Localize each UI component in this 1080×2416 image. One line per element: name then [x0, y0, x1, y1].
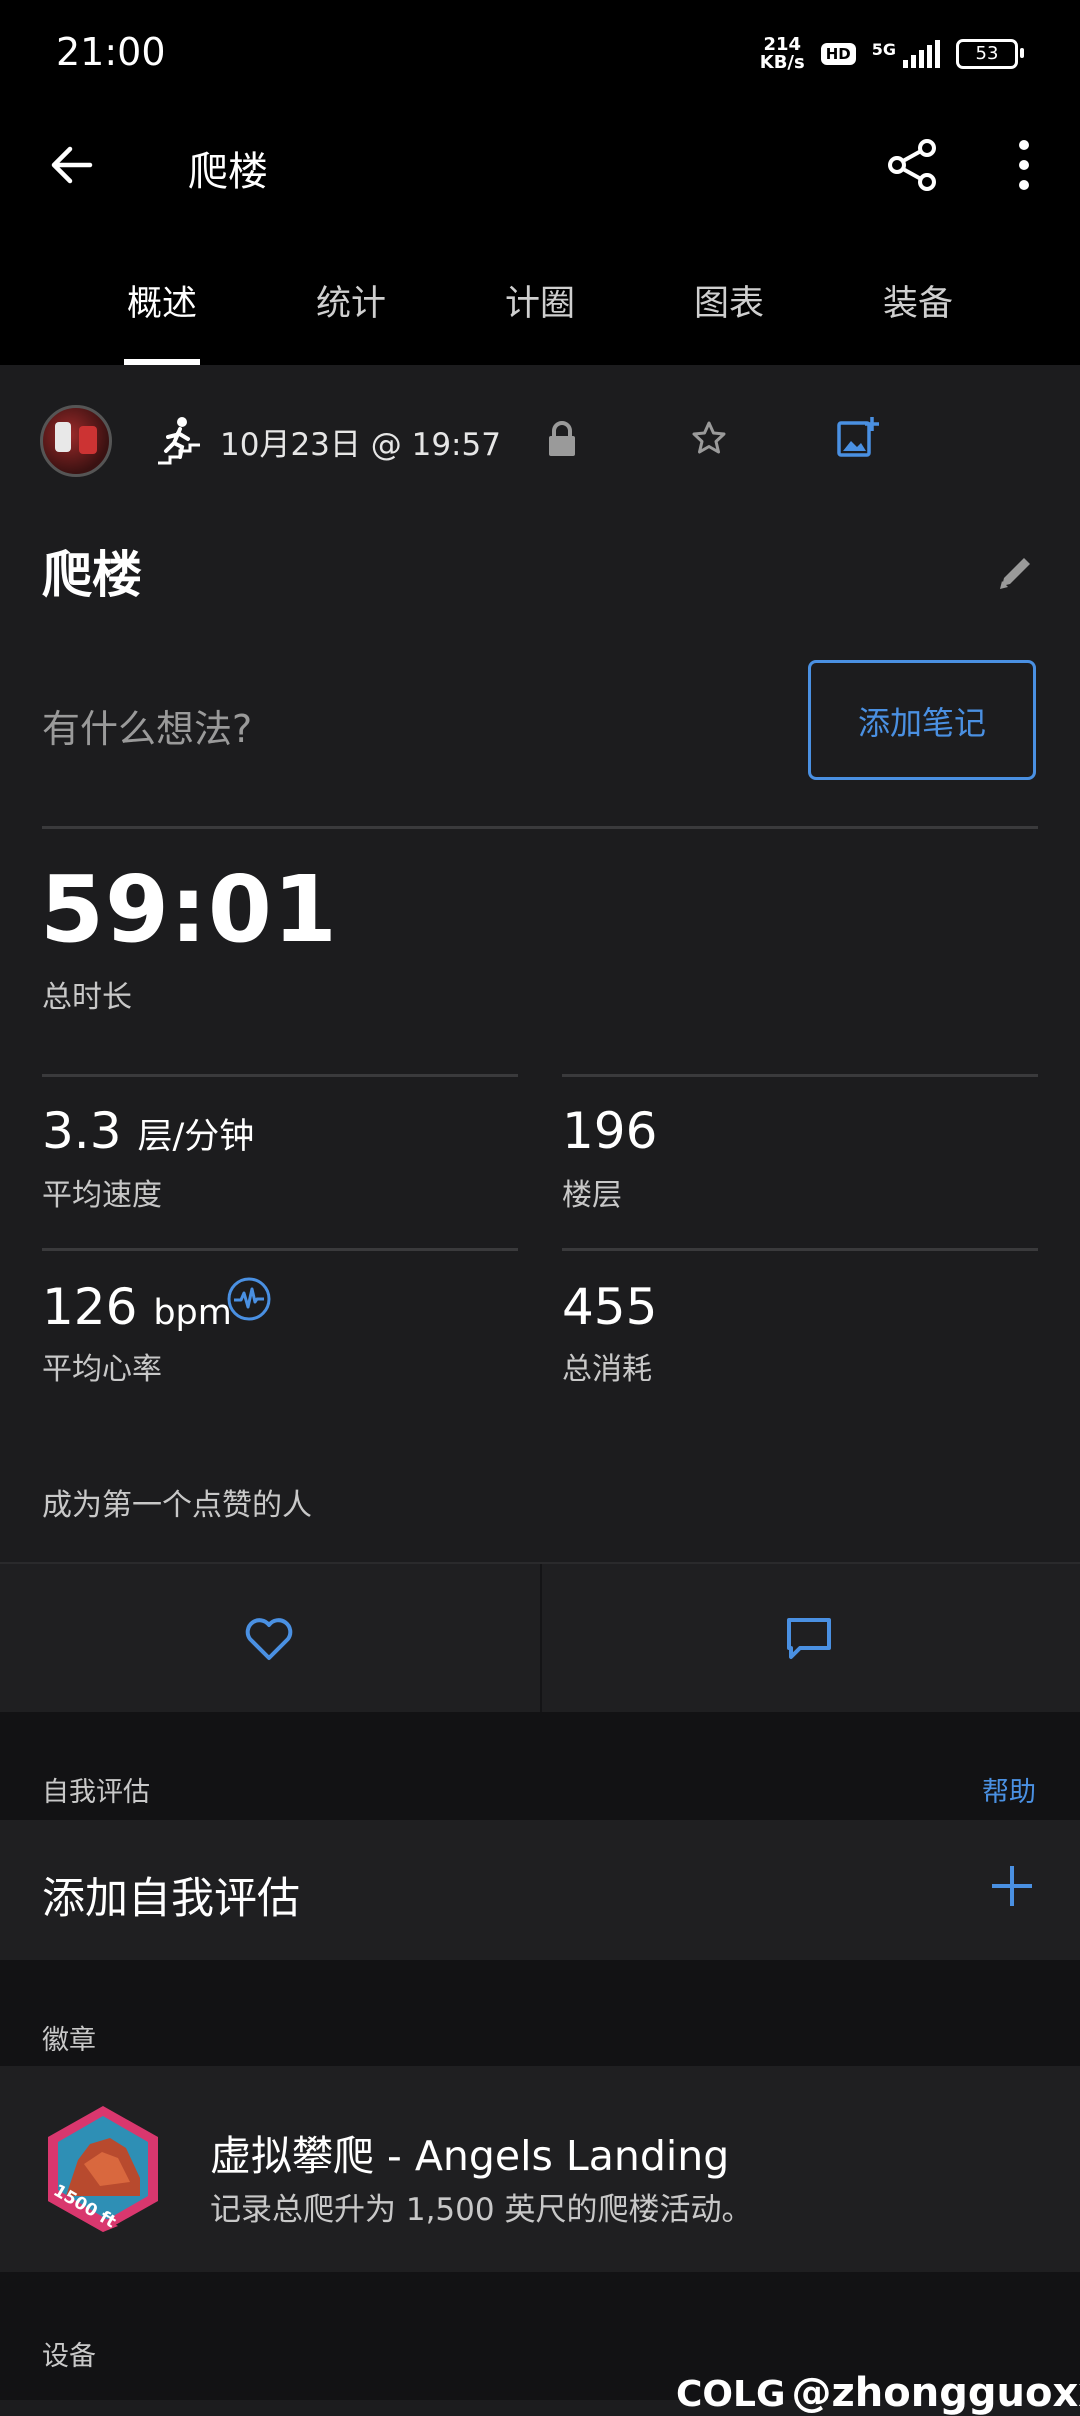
- battery-icon: 53: [956, 39, 1024, 69]
- avg-hr-unit: bpm: [153, 1293, 232, 1333]
- activity-date: 10月23日 @ 19:57: [220, 427, 501, 463]
- calories-label: 总消耗: [562, 1352, 652, 1387]
- add-photo-icon[interactable]: [836, 415, 880, 459]
- network-speed-unit: KB/s: [759, 52, 805, 73]
- duration-value: 59:01: [40, 856, 338, 963]
- action-bar: [0, 1562, 1080, 1712]
- heart-rate-icon[interactable]: [226, 1276, 272, 1322]
- tab-gear[interactable]: 装备: [848, 275, 988, 326]
- avg-hr-value: 126: [42, 1278, 138, 1336]
- add-self-eval-row[interactable]: 添加自我评估: [0, 1820, 1080, 1960]
- badge-title: 虚拟攀爬 - Angels Landing: [210, 2132, 730, 2180]
- avg-speed-stat: 3.3 层/分钟: [42, 1102, 254, 1160]
- heart-icon[interactable]: [242, 1614, 296, 1664]
- watermark: COLG@zhongguoxxc: [676, 2370, 1080, 2416]
- avg-speed-value: 3.3: [42, 1102, 122, 1160]
- badges-header: 徽章: [42, 2025, 96, 2056]
- status-indicators: 214 KB/s HD 5G 53: [760, 36, 1024, 72]
- activity-meta-row: 10月23日 @ 19:57: [0, 365, 1080, 515]
- star-icon[interactable]: [690, 419, 728, 457]
- add-self-eval-label: 添加自我评估: [42, 1874, 300, 1924]
- network-type: 5G: [871, 40, 896, 59]
- help-link[interactable]: 帮助: [982, 1770, 1036, 1809]
- pencil-icon[interactable]: [996, 552, 1036, 592]
- devices-header: 设备: [42, 2341, 96, 2372]
- floors-label: 楼层: [562, 1178, 622, 1213]
- self-eval-header: 自我评估: [42, 1777, 150, 1808]
- tab-laps[interactable]: 计圈: [470, 275, 610, 326]
- avatar[interactable]: [40, 405, 112, 477]
- plus-icon[interactable]: [990, 1864, 1034, 1908]
- badge-description: 记录总爬升为 1,500 英尺的爬楼活动。: [210, 2192, 753, 2228]
- tab-overview[interactable]: 概述: [92, 275, 232, 326]
- watermark-logo: COLG: [676, 2374, 786, 2415]
- avg-speed-unit: 层/分钟: [137, 1117, 255, 1157]
- avg-hr-stat: 126 bpm: [42, 1278, 232, 1336]
- tab-bar: 概述 统计 计圈 图表 装备: [0, 215, 1080, 365]
- watermark-handle: @zhongguoxxc: [791, 2370, 1080, 2416]
- more-vertical-icon[interactable]: [1004, 137, 1044, 193]
- comment-icon[interactable]: [784, 1614, 834, 1664]
- divider: [562, 1248, 1038, 1251]
- divider: [42, 826, 1038, 829]
- network-speed: 214 KB/s: [760, 36, 805, 72]
- status-bar: 21:00 214 KB/s HD 5G 53: [0, 0, 1080, 115]
- share-icon[interactable]: [884, 137, 940, 193]
- badge-row[interactable]: 1500 ft 虚拟攀爬 - Angels Landing 记录总爬升为 1,5…: [0, 2066, 1080, 2272]
- action-separator: [540, 1564, 542, 1712]
- self-eval-section: [0, 1712, 1080, 1820]
- status-time: 21:00: [56, 30, 166, 74]
- tab-stats[interactable]: 统计: [281, 275, 421, 326]
- page-title: 爬楼: [188, 149, 268, 195]
- tab-charts[interactable]: 图表: [659, 275, 799, 326]
- divider: [42, 1248, 518, 1251]
- lock-icon[interactable]: [546, 421, 578, 457]
- divider: [562, 1074, 1038, 1077]
- badge-image: 1500 ft: [48, 2106, 158, 2232]
- likes-text: 成为第一个点赞的人: [42, 1488, 312, 1523]
- app-bar: 爬楼: [0, 115, 1080, 215]
- divider: [42, 1074, 518, 1077]
- thoughts-prompt[interactable]: 有什么想法?: [42, 698, 252, 753]
- avg-hr-label: 平均心率: [42, 1352, 162, 1387]
- add-note-button[interactable]: 添加笔记: [808, 660, 1036, 780]
- arrow-left-icon[interactable]: [46, 139, 98, 191]
- floors-value: 196: [562, 1102, 658, 1160]
- activity-title: 爬楼: [42, 546, 142, 604]
- badges-section: [0, 1960, 1080, 2066]
- duration-label: 总时长: [42, 980, 132, 1015]
- hd-icon: HD: [820, 43, 856, 65]
- avg-speed-label: 平均速度: [42, 1178, 162, 1213]
- signal-icon: 5G: [872, 40, 940, 68]
- calories-value: 455: [562, 1278, 658, 1336]
- stair-climbing-icon: [158, 417, 200, 465]
